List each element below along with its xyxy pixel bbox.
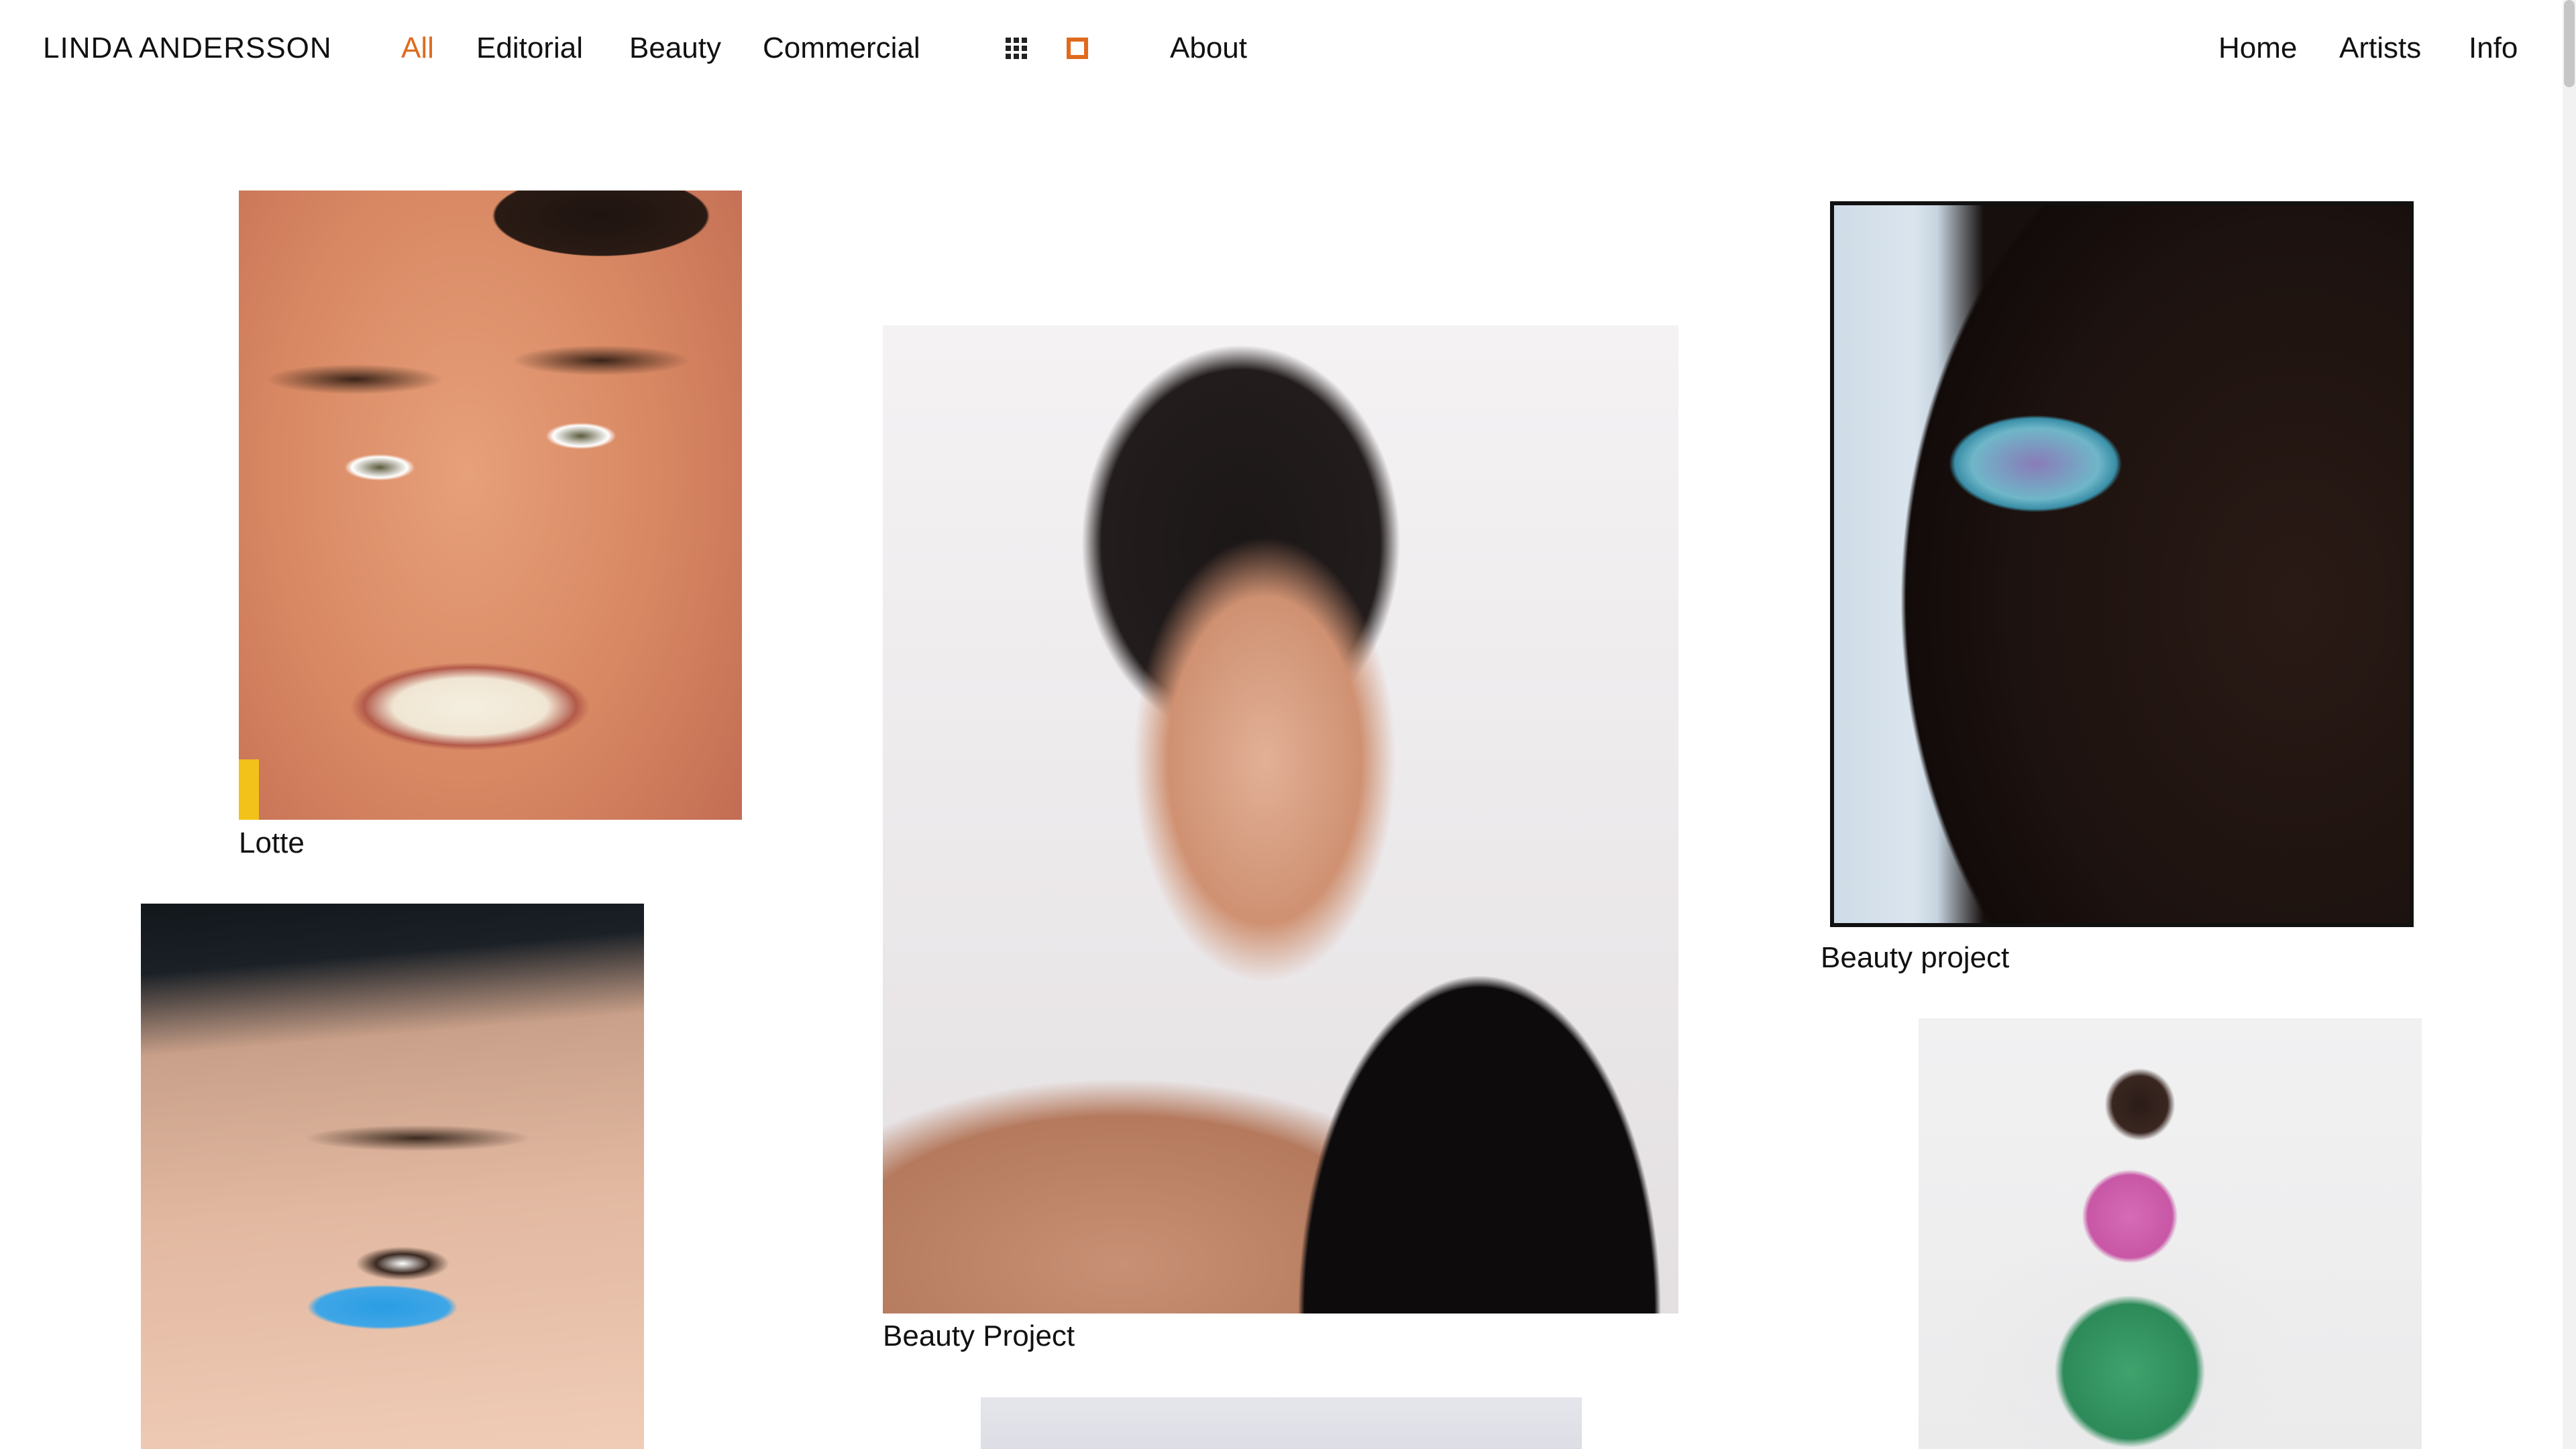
nav-home[interactable]: Home <box>2218 28 2297 68</box>
grid-view-icon[interactable] <box>1006 38 1027 59</box>
gallery-image-blue-lash[interactable] <box>141 904 644 1449</box>
gallery-image-lotte[interactable] <box>239 191 742 820</box>
nav-category-commercial[interactable]: Commercial <box>763 28 920 68</box>
gallery-image-beauty-project[interactable] <box>883 325 1678 1313</box>
single-view-icon[interactable] <box>1067 38 1088 59</box>
gallery-caption-lotte[interactable]: Lotte <box>239 824 305 862</box>
nav-about[interactable]: About <box>1170 28 1247 68</box>
gallery-image-partial[interactable] <box>981 1397 1582 1449</box>
nav-artists[interactable]: Artists <box>2339 28 2421 68</box>
gallery-caption-beauty-project-eye[interactable]: Beauty project <box>1821 939 2009 977</box>
portfolio-page: LINDA ANDERSSON All Editorial Beauty Com… <box>0 0 2576 1449</box>
nav-category-editorial[interactable]: Editorial <box>476 28 583 68</box>
gallery-image-beauty-project-eye[interactable] <box>1830 201 2414 927</box>
gallery-image-dancer[interactable] <box>1919 1018 2422 1449</box>
gallery-caption-beauty-project[interactable]: Beauty Project <box>883 1318 1075 1355</box>
nav-category-all[interactable]: All <box>401 28 434 68</box>
brand-logo[interactable]: LINDA ANDERSSON <box>43 28 332 68</box>
page-scrollbar-track[interactable] <box>2563 0 2576 1449</box>
nav-category-beauty[interactable]: Beauty <box>629 28 721 68</box>
page-scrollbar-thumb[interactable] <box>2564 0 2575 87</box>
nav-info[interactable]: Info <box>2469 28 2518 68</box>
